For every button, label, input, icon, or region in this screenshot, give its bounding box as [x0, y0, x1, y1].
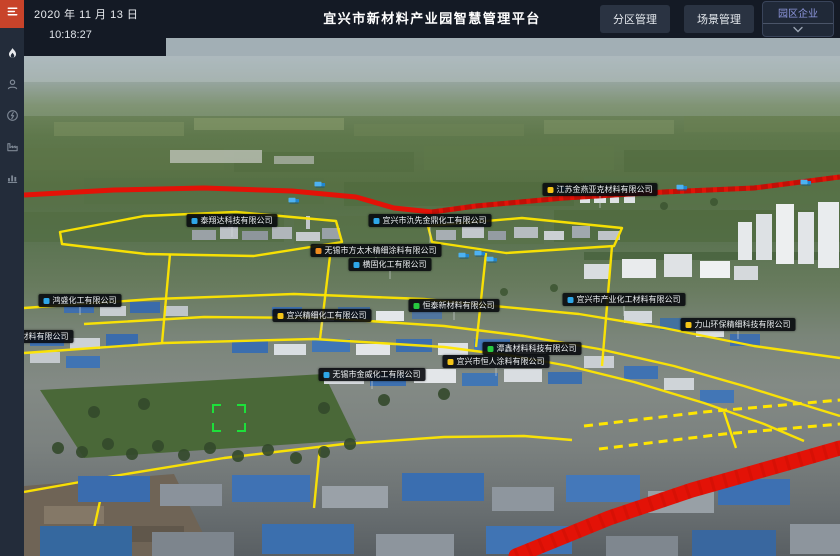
zone-management-button[interactable]: 分区管理	[600, 5, 670, 33]
factory-icon	[6, 140, 19, 158]
company-marker[interactable]: 泰翔达科技有限公司	[187, 214, 278, 237]
company-name: 恒泰新材料有限公司	[423, 301, 495, 310]
marker-leader-line	[372, 381, 373, 389]
company-icon	[278, 313, 284, 319]
bar-chart-icon	[6, 171, 19, 189]
smart-park-platform: 宜兴市新材料产业园智慧管理平台 分区管理场景管理 园区企业 2020 年 11 …	[0, 0, 840, 556]
company-name: 宜兴市恒人涂料有限公司	[457, 357, 545, 366]
company-name: 横固化工有限公司	[363, 260, 427, 269]
marker-leader-line	[322, 322, 323, 330]
page-title: 宜兴市新材料产业园智慧管理平台	[323, 0, 541, 38]
marker-leader-line	[454, 312, 455, 320]
company-name: 无锡市金威化工有限公司	[333, 370, 421, 379]
company-icon	[374, 218, 380, 224]
marker-leader-line	[430, 227, 431, 243]
company-icon	[448, 359, 454, 365]
company-name: 宜兴市圆通材料有限公司	[24, 332, 69, 341]
company-icon	[192, 218, 198, 224]
company-marker[interactable]: 宜兴市产业化工材料有限公司	[563, 293, 686, 316]
sidebar-nav	[0, 40, 24, 195]
company-name: 宜兴市产业化工材料有限公司	[577, 295, 681, 304]
fire-icon	[6, 47, 19, 65]
sidebar-item-factory[interactable]	[0, 133, 24, 164]
company-marker[interactable]: 宜兴市恒人涂料有限公司	[443, 355, 550, 376]
datetime-panel: 2020 年 11 月 13 日 10:18:27	[24, 0, 166, 56]
truck-icon[interactable]	[459, 246, 470, 264]
marker-leader-line	[600, 196, 601, 208]
company-icon	[316, 248, 322, 254]
company-icon	[548, 187, 554, 193]
header-buttons: 分区管理场景管理	[600, 5, 762, 33]
company-marker[interactable]: 力山环保精细科技有限公司	[681, 318, 796, 339]
user-icon	[6, 78, 19, 96]
company-name: 潭鑫材料科技有限公司	[497, 344, 577, 353]
company-icon	[568, 297, 574, 303]
truck-icon[interactable]	[801, 173, 812, 191]
company-marker[interactable]: 鸿盛化工有限公司	[39, 294, 122, 315]
marker-leader-line	[80, 307, 81, 315]
truck-icon[interactable]	[677, 178, 688, 196]
company-marker[interactable]: 宜兴市圆通材料有限公司	[24, 330, 74, 343]
company-name: 鸿盛化工有限公司	[53, 296, 117, 305]
date-text: 2020 年 11 月 13 日	[34, 6, 166, 22]
company-icon	[44, 298, 50, 304]
sidebar-item-fire[interactable]	[0, 40, 24, 71]
company-name: 宜兴精细化工有限公司	[287, 311, 367, 320]
sidebar-item-energy[interactable]	[0, 102, 24, 133]
marker-layer: 泰翔达科技有限公司 宜兴市氿先金鼎化工有限公司无锡市方太木精细涂料有限公司横固化工…	[24, 56, 840, 556]
marker-leader-line	[624, 306, 625, 316]
company-marker[interactable]: 宜兴市氿先金鼎化工有限公司	[369, 214, 492, 243]
marker-leader-line	[390, 271, 391, 279]
energy-icon	[6, 109, 19, 127]
company-name: 宜兴市氿先金鼎化工有限公司	[383, 216, 487, 225]
company-name: 江苏金燕亚克材料有限公司	[557, 185, 653, 194]
marker-leader-line	[738, 331, 739, 339]
company-icon	[414, 303, 420, 309]
map-3d-view[interactable]: 泰翔达科技有限公司 宜兴市氿先金鼎化工有限公司无锡市方太木精细涂料有限公司横固化工…	[24, 38, 840, 556]
company-marker[interactable]: 宜兴精细化工有限公司	[273, 309, 372, 330]
marker-leader-line	[496, 368, 497, 376]
truck-icon[interactable]	[289, 191, 300, 209]
sidebar-item-user[interactable]	[0, 71, 24, 102]
company-icon	[488, 346, 494, 352]
truck-icon[interactable]	[487, 250, 498, 268]
marker-leader-line	[232, 227, 233, 237]
company-marker[interactable]: 横固化工有限公司	[349, 258, 432, 279]
company-name: 无锡市方太木精细涂料有限公司	[325, 246, 437, 255]
scene-management-button[interactable]: 场景管理	[684, 5, 754, 33]
sidebar	[0, 0, 24, 556]
park-enterprise-dropdown[interactable]: 园区企业	[762, 1, 834, 37]
truck-icon[interactable]	[475, 244, 486, 262]
chevron-down-icon	[792, 24, 804, 36]
company-icon	[324, 372, 330, 378]
company-name: 泰翔达科技有限公司	[201, 216, 273, 225]
truck-icon[interactable]	[315, 175, 326, 193]
company-marker[interactable]: 无锡市金威化工有限公司	[319, 368, 426, 389]
map-scene: 泰翔达科技有限公司 宜兴市氿先金鼎化工有限公司无锡市方太木精细涂料有限公司横固化工…	[24, 56, 840, 556]
company-icon	[686, 322, 692, 328]
company-marker[interactable]: 江苏金燕亚克材料有限公司	[543, 183, 658, 208]
menu-button[interactable]	[0, 0, 24, 28]
sidebar-item-chart[interactable]	[0, 164, 24, 195]
time-text: 10:18:27	[49, 29, 166, 41]
dropdown-label: 园区企业	[778, 4, 818, 23]
company-marker[interactable]: 恒泰新材料有限公司	[409, 299, 500, 320]
company-name: 力山环保精细科技有限公司	[695, 320, 791, 329]
selection-box	[212, 404, 246, 437]
menu-icon	[6, 5, 19, 23]
company-icon	[354, 262, 360, 268]
